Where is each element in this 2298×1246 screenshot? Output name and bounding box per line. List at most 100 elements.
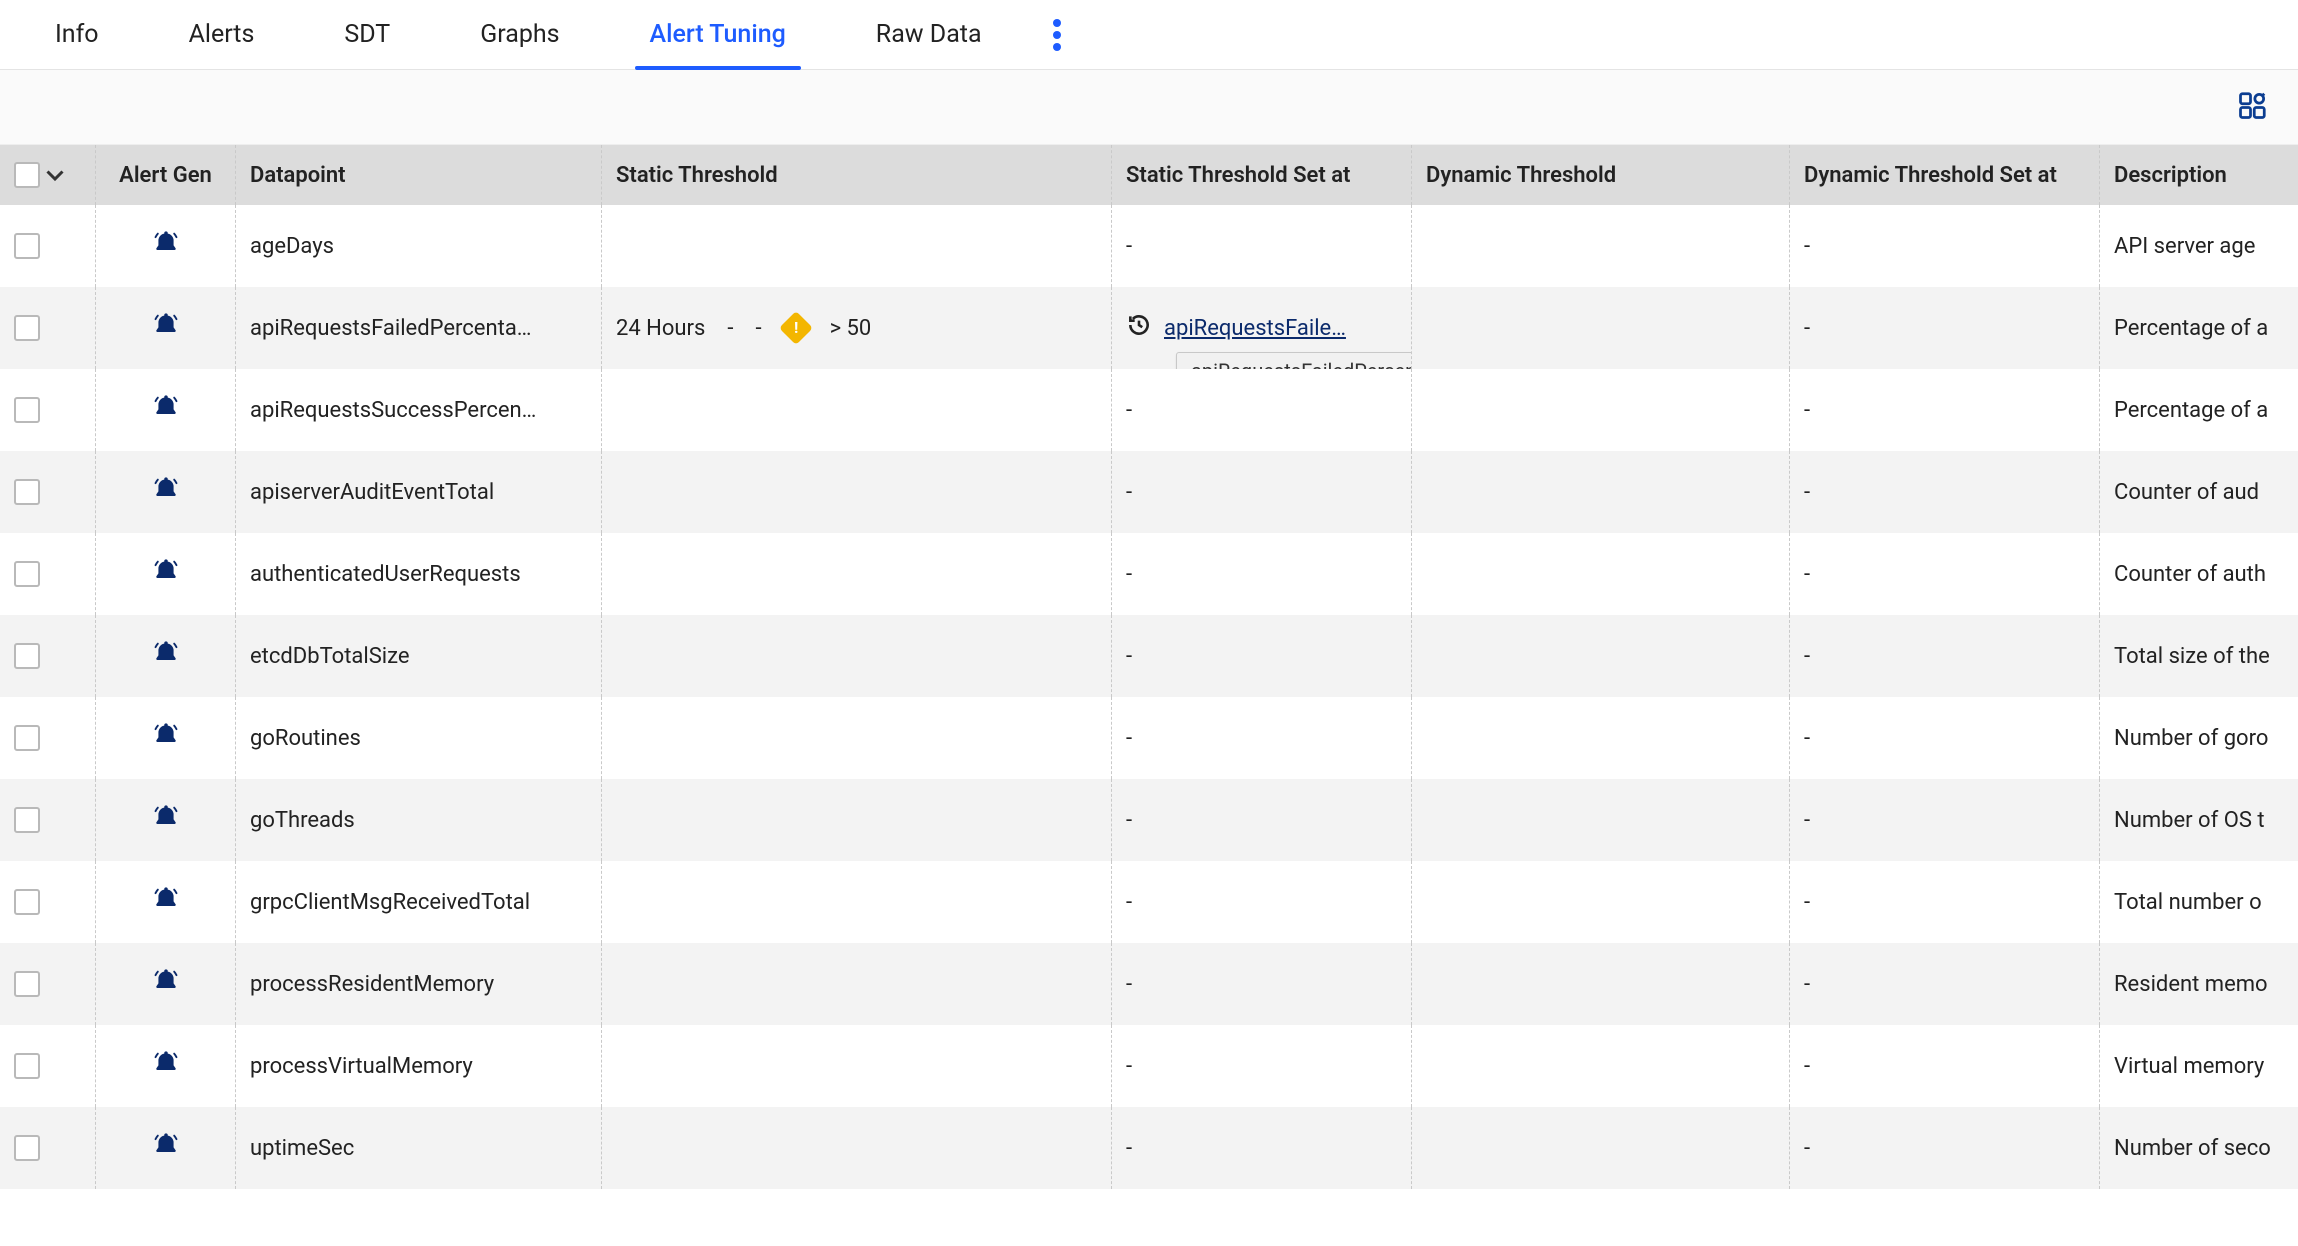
row-checkbox[interactable] [14,971,40,997]
dash-value: - [1126,726,1132,751]
datapoint-cell: ageDays [236,205,602,287]
table-row[interactable]: processResidentMemory--Resident memo [0,943,2298,1025]
table-row[interactable]: goThreads--Number of OS t [0,779,2298,861]
bell-icon[interactable] [152,393,180,427]
static-set-at-cell: - [1112,943,1412,1025]
static-threshold-cell: 24 Hours--!> 50 [602,287,1112,369]
table-row[interactable]: goRoutines--Number of goro [0,697,2298,779]
static-set-at-cell: - [1112,697,1412,779]
description-text: Number of OS t [2114,808,2265,833]
set-at-link[interactable]: apiRequestsFaile… [1164,316,1346,341]
dynamic-set-at-cell: - [1790,205,2100,287]
static-threshold-cell [602,861,1112,943]
header-static-threshold[interactable]: Static Threshold [602,145,1112,205]
tab-raw-data[interactable]: Raw Data [831,0,1027,70]
description-text: Total number o [2114,890,2262,915]
dynamic-set-at-cell: - [1790,1107,2100,1189]
table-row[interactable]: processVirtualMemory--Virtual memory [0,1025,2298,1107]
bell-icon[interactable] [152,311,180,345]
description-cell: Total number o [2100,861,2298,943]
datapoint-cell: uptimeSec [236,1107,602,1189]
history-icon[interactable] [1126,312,1152,344]
table-row[interactable]: authenticatedUserRequests--Counter of au… [0,533,2298,615]
more-vertical-icon[interactable] [1052,19,1062,51]
datapoint-cell: apiRequestsSuccessPercen… [236,369,602,451]
bell-icon[interactable] [152,885,180,919]
static-threshold-cell [602,369,1112,451]
tab-info[interactable]: Info [10,0,144,70]
datapoint-cell: processResidentMemory [236,943,602,1025]
bell-icon[interactable] [152,967,180,1001]
table-row[interactable]: ageDays--API server age [0,205,2298,287]
table-row[interactable]: apiserverAuditEventTotal--Counter of aud [0,451,2298,533]
customize-columns-icon[interactable] [2238,90,2268,125]
datapoint-cell: authenticatedUserRequests [236,533,602,615]
alert-gen-cell [96,1107,236,1189]
dash-value: - [1804,972,1810,997]
dash-value: - [1804,1054,1810,1079]
row-checkbox[interactable] [14,807,40,833]
datapoint-cell: goThreads [236,779,602,861]
alert-gen-cell [96,287,236,369]
dynamic-set-at-cell: - [1790,369,2100,451]
table-row[interactable]: grpcClientMsgReceivedTotal--Total number… [0,861,2298,943]
row-checkbox[interactable] [14,1053,40,1079]
dynamic-threshold-cell [1412,1025,1790,1107]
row-checkbox[interactable] [14,233,40,259]
dash-value: - [1804,234,1810,259]
dynamic-set-at-cell: - [1790,779,2100,861]
static-threshold-cell [602,943,1112,1025]
description-text: Number of goro [2114,726,2268,751]
bell-icon[interactable] [152,475,180,509]
bell-icon[interactable] [152,721,180,755]
tab-graphs[interactable]: Graphs [435,0,604,70]
dash-value: - [1126,644,1132,669]
table-row[interactable]: etcdDbTotalSize--Total size of the [0,615,2298,697]
row-checkbox[interactable] [14,561,40,587]
select-dropdown-icon[interactable] [46,163,64,188]
row-checkbox[interactable] [14,479,40,505]
row-checkbox[interactable] [14,889,40,915]
header-static-set-at[interactable]: Static Threshold Set at [1112,145,1412,205]
static-set-at-cell: - [1112,615,1412,697]
tab-alert-tuning[interactable]: Alert Tuning [605,0,831,70]
threshold-operator: > 50 [830,316,872,341]
table-row[interactable]: apiRequestsSuccessPercen…--Percentage of… [0,369,2298,451]
table-row[interactable]: apiRequestsFailedPercenta…24 Hours--!> 5… [0,287,2298,369]
row-checkbox[interactable] [14,315,40,341]
alert-gen-cell [96,205,236,287]
tab-alerts[interactable]: Alerts [144,0,300,70]
static-set-at-cell: - [1112,861,1412,943]
description-text: Virtual memory [2114,1054,2264,1079]
row-checkbox[interactable] [14,1135,40,1161]
row-checkbox[interactable] [14,725,40,751]
header-datapoint[interactable]: Datapoint [236,145,602,205]
static-threshold-cell [602,451,1112,533]
description-text: Percentage of a [2114,398,2268,423]
static-threshold-cell [602,533,1112,615]
bell-icon[interactable] [152,1131,180,1165]
row-checkbox[interactable] [14,397,40,423]
description-text: Total size of the [2114,644,2270,669]
dynamic-set-at-cell: - [1790,943,2100,1025]
row-checkbox[interactable] [14,643,40,669]
bell-icon[interactable] [152,639,180,673]
alert-gen-cell [96,451,236,533]
header-dynamic-threshold[interactable]: Dynamic Threshold [1412,145,1790,205]
dash-value: - [1804,1136,1810,1161]
bell-icon[interactable] [152,803,180,837]
table-row[interactable]: uptimeSec--Number of seco [0,1107,2298,1189]
dash-value: - [1126,480,1132,505]
bell-icon[interactable] [152,229,180,263]
alert-gen-cell [96,615,236,697]
header-description[interactable]: Description [2100,145,2298,205]
select-all-checkbox[interactable] [14,162,40,188]
dynamic-set-at-cell: - [1790,861,2100,943]
header-dynamic-set-at[interactable]: Dynamic Threshold Set at [1790,145,2100,205]
bell-icon[interactable] [152,557,180,591]
header-alert-gen[interactable]: Alert Gen [96,145,236,205]
static-threshold-cell [602,1025,1112,1107]
tab-sdt[interactable]: SDT [299,0,435,70]
dynamic-threshold-cell [1412,287,1790,369]
bell-icon[interactable] [152,1049,180,1083]
